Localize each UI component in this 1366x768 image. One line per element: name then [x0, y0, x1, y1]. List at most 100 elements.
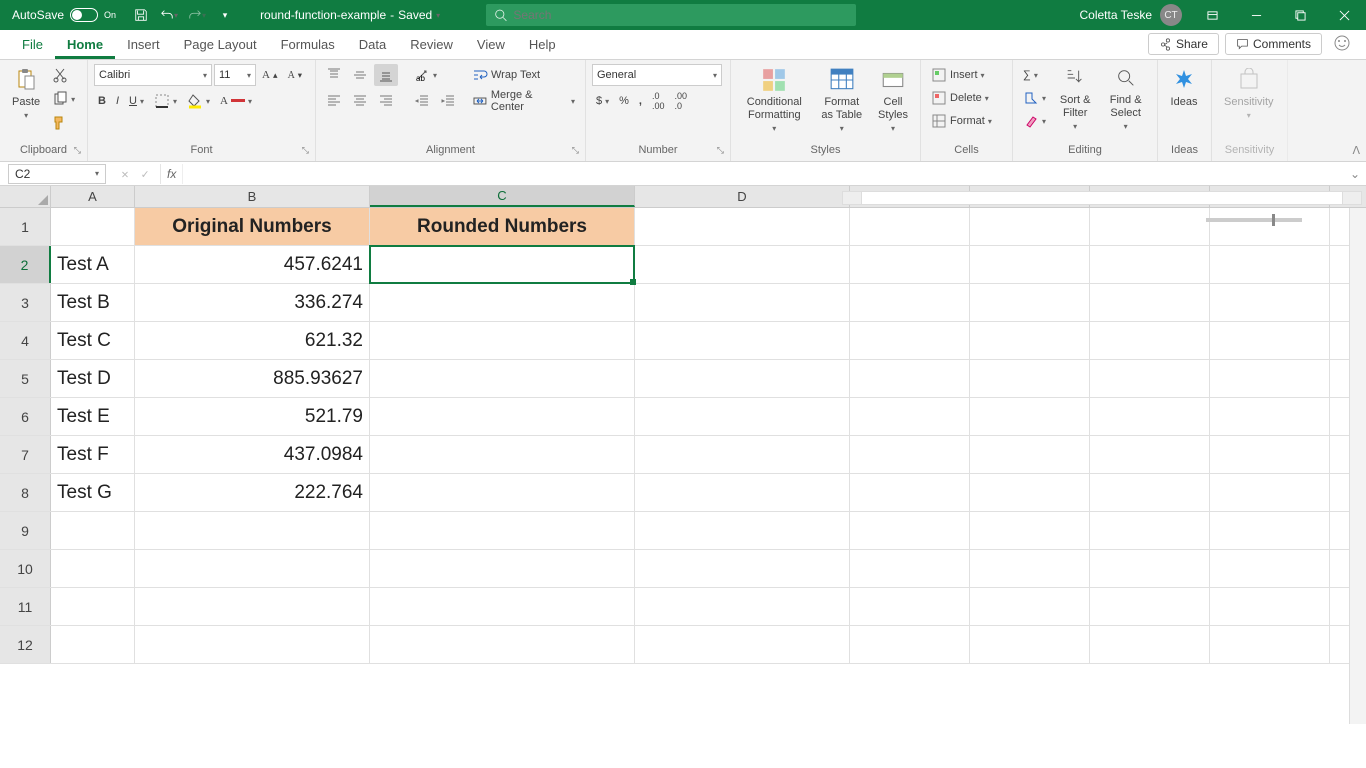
ideas-button[interactable]: Ideas: [1164, 64, 1204, 140]
cell-B4[interactable]: 621.32: [135, 322, 370, 359]
decrease-font-button[interactable]: A▾: [284, 64, 306, 86]
font-size-combo[interactable]: 11▾: [214, 64, 256, 86]
zoom-slider[interactable]: [1206, 218, 1302, 222]
dialog-launcher-icon[interactable]: ⤡: [717, 145, 724, 156]
font-color-button[interactable]: A▾: [216, 90, 256, 112]
grid-body[interactable]: 1Original NumbersRounded Numbers2Test A4…: [0, 208, 1366, 724]
undo-icon[interactable]: ▾: [158, 4, 180, 26]
row-header-2[interactable]: 2: [0, 246, 51, 283]
cell-F11[interactable]: [970, 588, 1090, 625]
row-header-1[interactable]: 1: [0, 208, 51, 245]
cell-A5[interactable]: Test D: [51, 360, 135, 397]
cell-A8[interactable]: Test G: [51, 474, 135, 511]
conditional-formatting-button[interactable]: Conditional Formatting▾: [737, 64, 812, 140]
autosum-button[interactable]: ∑▾: [1019, 64, 1050, 86]
cell-C10[interactable]: [370, 550, 635, 587]
search-input[interactable]: [513, 8, 848, 22]
tab-review[interactable]: Review: [398, 31, 465, 59]
format-painter-button[interactable]: [48, 112, 79, 134]
cut-button[interactable]: [48, 64, 79, 86]
expand-formula-icon[interactable]: ⌄: [1344, 167, 1366, 181]
percent-button[interactable]: %: [615, 90, 633, 112]
format-as-table-button[interactable]: Format as Table▾: [814, 64, 870, 140]
dialog-launcher-icon[interactable]: ⤡: [74, 145, 81, 156]
cell-G8[interactable]: [1090, 474, 1210, 511]
cell-G4[interactable]: [1090, 322, 1210, 359]
cell-A9[interactable]: [51, 512, 135, 549]
fill-button[interactable]: ▾: [1019, 87, 1050, 109]
sort-filter-button[interactable]: Sort & Filter▾: [1052, 64, 1098, 140]
save-icon[interactable]: [130, 4, 152, 26]
cell-D3[interactable]: [635, 284, 850, 321]
row-header-5[interactable]: 5: [0, 360, 51, 397]
cell-H7[interactable]: [1210, 436, 1330, 473]
cell-G9[interactable]: [1090, 512, 1210, 549]
cell-B6[interactable]: 521.79: [135, 398, 370, 435]
cell-D11[interactable]: [635, 588, 850, 625]
cell-C6[interactable]: [370, 398, 635, 435]
cell-G10[interactable]: [1090, 550, 1210, 587]
insert-cells-button[interactable]: Insert▾: [927, 64, 996, 86]
cell-F5[interactable]: [970, 360, 1090, 397]
copy-button[interactable]: ▾: [48, 88, 79, 110]
cell-B1[interactable]: Original Numbers: [135, 208, 370, 245]
cell-A7[interactable]: Test F: [51, 436, 135, 473]
cell-B10[interactable]: [135, 550, 370, 587]
cell-D4[interactable]: [635, 322, 850, 359]
autosave-toggle[interactable]: [70, 8, 98, 22]
collapse-ribbon-icon[interactable]: ᐱ: [1352, 144, 1360, 157]
ribbon-display-icon[interactable]: [1190, 0, 1234, 30]
cell-B3[interactable]: 336.274: [135, 284, 370, 321]
tab-view[interactable]: View: [465, 31, 517, 59]
cell-G7[interactable]: [1090, 436, 1210, 473]
fx-icon[interactable]: fx: [161, 167, 182, 181]
merge-center-button[interactable]: Merge & Center▾: [468, 90, 579, 112]
tab-page-layout[interactable]: Page Layout: [172, 31, 269, 59]
align-middle-button[interactable]: [348, 64, 372, 86]
tab-formulas[interactable]: Formulas: [269, 31, 347, 59]
cell-F2[interactable]: [970, 246, 1090, 283]
clear-button[interactable]: ▾: [1019, 110, 1050, 132]
minimize-button[interactable]: [1234, 0, 1278, 30]
cell-E11[interactable]: [850, 588, 970, 625]
tab-data[interactable]: Data: [347, 31, 398, 59]
cell-C7[interactable]: [370, 436, 635, 473]
row-header-11[interactable]: 11: [0, 588, 51, 625]
find-select-button[interactable]: Find & Select▾: [1100, 64, 1151, 140]
cell-F12[interactable]: [970, 626, 1090, 663]
dialog-launcher-icon[interactable]: ⤡: [302, 145, 309, 156]
qat-customize-icon[interactable]: ▾: [214, 4, 236, 26]
cell-D7[interactable]: [635, 436, 850, 473]
cell-F10[interactable]: [970, 550, 1090, 587]
col-header-C[interactable]: C: [370, 186, 635, 207]
tab-insert[interactable]: Insert: [115, 31, 172, 59]
paste-button[interactable]: Paste▾: [6, 64, 46, 140]
close-button[interactable]: [1322, 0, 1366, 30]
search-box[interactable]: [486, 4, 856, 26]
cell-H1[interactable]: [1210, 208, 1330, 245]
cell-C1[interactable]: Rounded Numbers: [370, 208, 635, 245]
autosave[interactable]: AutoSave On: [0, 8, 122, 22]
cell-G2[interactable]: [1090, 246, 1210, 283]
delete-cells-button[interactable]: Delete▾: [927, 87, 996, 109]
row-header-3[interactable]: 3: [0, 284, 51, 321]
cell-D12[interactable]: [635, 626, 850, 663]
cell-G6[interactable]: [1090, 398, 1210, 435]
row-header-6[interactable]: 6: [0, 398, 51, 435]
underline-button[interactable]: U▾: [125, 90, 148, 112]
accounting-button[interactable]: $▾: [592, 90, 613, 112]
decrease-indent-button[interactable]: [410, 90, 434, 112]
cell-H2[interactable]: [1210, 246, 1330, 283]
cancel-formula-icon[interactable]: ✕: [116, 167, 134, 181]
cell-D9[interactable]: [635, 512, 850, 549]
cell-A11[interactable]: [51, 588, 135, 625]
cell-G11[interactable]: [1090, 588, 1210, 625]
cell-F1[interactable]: [970, 208, 1090, 245]
cell-C8[interactable]: [370, 474, 635, 511]
border-button[interactable]: ▾: [150, 90, 181, 112]
cell-C3[interactable]: [370, 284, 635, 321]
cell-D5[interactable]: [635, 360, 850, 397]
dialog-launcher-icon[interactable]: ⤡: [572, 145, 579, 156]
cell-C9[interactable]: [370, 512, 635, 549]
cell-F4[interactable]: [970, 322, 1090, 359]
